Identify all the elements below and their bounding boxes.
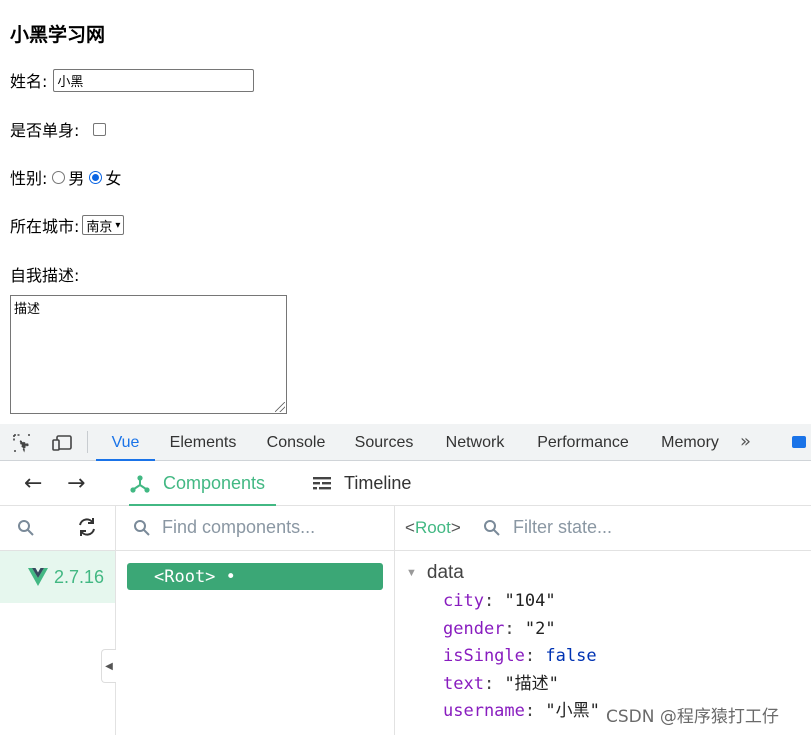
desc-textarea-value: 描述 xyxy=(14,302,41,317)
find-components-input[interactable]: Find components... xyxy=(162,517,315,538)
name-label: 姓名: xyxy=(10,72,48,91)
state-key: gender xyxy=(443,618,505,639)
app-version: 2.7.16 xyxy=(54,566,105,587)
filter-state-input[interactable]: Filter state... xyxy=(513,517,612,538)
tab-performance[interactable]: Performance xyxy=(530,424,636,461)
single-row: 是否单身: xyxy=(10,117,107,141)
desc-textarea[interactable]: 描述 xyxy=(10,295,287,414)
tab-memory[interactable]: Memory xyxy=(652,424,728,461)
state-value: "描述" xyxy=(504,673,559,694)
devtools-tabbar: Vue Elements Console Sources Network Per… xyxy=(0,424,811,461)
root-component-node[interactable]: <Root> • xyxy=(127,563,383,590)
state-key: isSingle xyxy=(443,646,525,666)
state-value: false xyxy=(545,646,597,666)
name-input[interactable] xyxy=(53,68,255,92)
tab-vue[interactable]: Vue xyxy=(96,424,155,461)
rendered-page: 小黑学习网 姓名: 是否单身: 性别: 男 女 所在城市: 南京 ▾ 自我描述:… xyxy=(0,0,811,424)
state-row-issingle[interactable]: isSingle: false xyxy=(443,643,600,671)
resize-grip-icon[interactable] xyxy=(275,402,285,412)
tab-elements[interactable]: Elements xyxy=(163,424,243,461)
gender-female-label: 女 xyxy=(105,169,122,188)
state-value: "2" xyxy=(524,618,556,639)
tab-sources[interactable]: Sources xyxy=(348,424,420,461)
city-label: 所在城市: xyxy=(10,217,80,236)
apps-toolbar xyxy=(0,506,115,551)
state-row-city[interactable]: city: "104" xyxy=(443,588,600,616)
components-icon xyxy=(129,473,151,495)
tab-console[interactable]: Console xyxy=(259,424,333,461)
state-list: city: "104" gender: "2" isSingle: false … xyxy=(443,588,600,726)
gender-label: 性别: xyxy=(10,169,48,188)
selected-component-name: Root xyxy=(414,518,451,537)
toolbar-divider xyxy=(87,431,88,453)
gender-male-radio[interactable] xyxy=(52,170,66,184)
state-value: "104" xyxy=(504,591,556,611)
state-inspector-column: <Root> Filter state... ▼ data city: "104… xyxy=(395,506,811,735)
refresh-icon[interactable] xyxy=(76,517,98,542)
state-key: text xyxy=(443,673,484,694)
city-select[interactable]: 南京 ▾ xyxy=(82,215,125,235)
data-section-header[interactable]: ▼ data xyxy=(406,562,464,584)
name-row: 姓名: xyxy=(10,68,255,92)
vue-toolbar: ← → Components Timeline xyxy=(0,461,811,506)
gender-male-label: 男 xyxy=(68,169,85,188)
state-row-text[interactable]: text: "描述" xyxy=(443,671,600,699)
collapse-triangle-icon: ▼ xyxy=(406,567,417,579)
tab-components[interactable]: Components xyxy=(129,461,276,506)
gender-female-radio[interactable] xyxy=(89,170,103,184)
device-toolbar-icon[interactable] xyxy=(51,433,72,453)
single-checkbox[interactable] xyxy=(93,122,107,136)
tab-timeline[interactable]: Timeline xyxy=(312,461,422,506)
state-row-username[interactable]: username: "小黑" xyxy=(443,698,600,726)
tab-network[interactable]: Network xyxy=(437,424,513,461)
tag-open: < xyxy=(405,518,415,537)
forward-arrow-icon[interactable]: → xyxy=(67,471,85,496)
tag-close: > xyxy=(450,518,461,537)
tab-timeline-label: Timeline xyxy=(344,473,412,493)
messages-icon[interactable] xyxy=(792,436,806,448)
find-search-icon xyxy=(133,519,151,541)
selected-component-tag: <Root> xyxy=(405,518,461,538)
component-search-row: Find components... xyxy=(116,506,394,551)
timeline-icon xyxy=(312,475,332,493)
page-title: 小黑学习网 xyxy=(10,24,106,46)
state-key: username xyxy=(443,701,525,721)
vue-logo-icon xyxy=(28,568,48,586)
tab-components-label: Components xyxy=(163,473,266,493)
search-icon[interactable] xyxy=(17,519,35,541)
state-value: "小黑" xyxy=(545,701,600,721)
desc-label: 自我描述: xyxy=(10,266,80,285)
app-item[interactable]: 2.7.16 xyxy=(0,551,115,603)
state-row-gender[interactable]: gender: "2" xyxy=(443,616,600,644)
gender-row: 性别: 男 女 xyxy=(10,165,121,189)
state-key: city xyxy=(443,591,484,611)
data-section-label: data xyxy=(426,562,464,583)
inspect-element-icon[interactable] xyxy=(12,433,32,453)
city-select-value: 南京 xyxy=(86,219,113,235)
state-toolbar: <Root> Filter state... xyxy=(395,506,811,551)
city-row: 所在城市: 南京 ▾ xyxy=(10,213,125,237)
single-label: 是否单身: xyxy=(10,121,80,140)
csdn-watermark: CSDN @程序猿打工仔 xyxy=(606,707,779,727)
devtools-panel: Vue Elements Console Sources Network Per… xyxy=(0,424,811,735)
apps-column: 2.7.16 ◀ xyxy=(0,506,116,735)
component-tree-column: Find components... <Root> • xyxy=(116,506,395,735)
back-arrow-icon[interactable]: ← xyxy=(24,471,42,496)
chevron-down-icon: ▾ xyxy=(115,219,121,231)
desc-row: 自我描述: xyxy=(10,262,79,286)
filter-search-icon xyxy=(483,519,501,541)
more-tabs-icon[interactable]: » xyxy=(740,431,751,452)
collapse-left-icon[interactable]: ◀ xyxy=(101,649,116,683)
